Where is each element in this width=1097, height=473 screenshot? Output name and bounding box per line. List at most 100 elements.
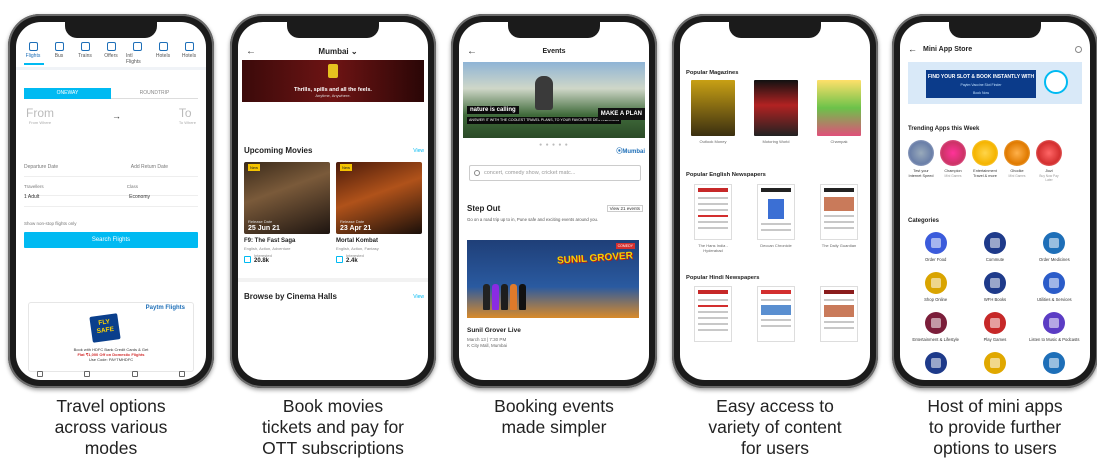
category-label: Order Medicines bbox=[1038, 257, 1070, 262]
tab-flights[interactable]: Flights bbox=[22, 42, 44, 65]
phone-screen: ← Mumbai ⌄ Thrills, spills and all the f… bbox=[238, 22, 428, 380]
search-flights-button[interactable]: Search Flights bbox=[24, 232, 198, 248]
caption-movies: Book movies tickets and pay for OTT subscr… bbox=[261, 396, 405, 458]
trip-roundtrip[interactable]: ROUNDTRIP bbox=[111, 88, 198, 99]
book-now-button[interactable]: Book Now bbox=[926, 90, 1036, 96]
category-item[interactable] bbox=[1025, 352, 1084, 377]
location-selector[interactable]: ⦿Mumbai bbox=[616, 146, 645, 155]
newspaper-item[interactable]: The Hans India - Hyderabad bbox=[688, 184, 738, 253]
home-icon[interactable] bbox=[36, 371, 43, 377]
interested-count[interactable]: Interested 20.8k bbox=[244, 254, 272, 264]
chevron-down-icon: ⌄ bbox=[350, 46, 358, 56]
trending-app[interactable]: Champion Mini Games bbox=[940, 140, 966, 182]
view-all-link[interactable]: View bbox=[413, 148, 424, 154]
city-selector[interactable]: Mumbai ⌄ bbox=[256, 47, 420, 56]
phone-notch bbox=[949, 22, 1041, 38]
movie-title[interactable]: F9: The Fast Saga bbox=[244, 238, 295, 244]
category-item[interactable]: Play Games bbox=[965, 312, 1024, 342]
category-item[interactable] bbox=[965, 352, 1024, 377]
magazine-item[interactable]: Champak bbox=[814, 80, 864, 144]
caption-mini-apps: Host of mini apps to provide further optio… bbox=[927, 396, 1063, 458]
trending-app[interactable]: Ghodke Mini Games bbox=[1004, 140, 1030, 182]
new-badge: New bbox=[340, 164, 353, 171]
movies-hero-banner[interactable]: Thrills, spills and all the feels. Anyti… bbox=[242, 60, 424, 102]
phone-notch bbox=[65, 22, 157, 38]
trending-app[interactable]: Entertainment Travel & more bbox=[972, 140, 998, 182]
category-label: Utilities & Services bbox=[1036, 297, 1072, 302]
new-badge: New bbox=[248, 164, 261, 171]
category-item[interactable]: Entertainment & Lifestyle bbox=[906, 312, 965, 342]
nonstop-checkbox[interactable]: Show non-stop flights only bbox=[24, 221, 77, 226]
make-a-plan-cta[interactable]: MAKE A PLAN bbox=[597, 108, 645, 120]
events-hero-banner[interactable]: nature is calling ANSWER IT WITH THE COO… bbox=[463, 62, 645, 138]
swap-icon[interactable]: → bbox=[112, 111, 121, 121]
interested-count[interactable]: Interested 2.4k bbox=[336, 254, 364, 264]
back-arrow-icon[interactable]: ← bbox=[246, 46, 256, 57]
magazine-item[interactable]: Motoring World bbox=[751, 80, 801, 144]
back-arrow-icon[interactable]: ← bbox=[467, 46, 477, 57]
section-title: Categories bbox=[908, 218, 940, 224]
newspaper-item[interactable] bbox=[751, 286, 801, 342]
search-icon[interactable] bbox=[1075, 45, 1082, 53]
category-label: WFH Books bbox=[983, 297, 1007, 302]
paytm-flights-logo: Paytm Flights bbox=[145, 305, 185, 311]
phone-events: ← Events nature is calling ANSWER IT WIT… bbox=[451, 14, 657, 388]
newspaper-item[interactable]: The Daily Guardian bbox=[814, 184, 864, 253]
trending-apps: Test your Internet Speed Champion Mini Ga… bbox=[908, 140, 1088, 182]
trip-oneway[interactable]: ONEWAY bbox=[24, 88, 111, 99]
hotel-icon bbox=[158, 42, 168, 51]
category-item[interactable]: Commute bbox=[965, 232, 1024, 262]
caption-travel: Travel options across various modes bbox=[54, 396, 168, 458]
vaccine-banner[interactable]: FIND YOUR SLOT & BOOK INSTANTLY WITH Payt… bbox=[908, 62, 1082, 104]
newspaper-item[interactable] bbox=[814, 286, 864, 342]
promo-banner[interactable]: Paytm Flights FLY SAFE Book with HDFC Ba… bbox=[28, 302, 194, 372]
category-icon bbox=[924, 312, 947, 334]
trending-app[interactable]: Jiozi Buy Now Pay Later bbox=[1036, 140, 1062, 182]
category-item[interactable]: Order Food bbox=[906, 232, 965, 262]
category-item[interactable] bbox=[906, 352, 965, 377]
section-title: Upcoming Movies bbox=[244, 146, 313, 155]
category-label: Shop Online bbox=[924, 297, 948, 302]
event-title[interactable]: Sunil Grover Live bbox=[467, 327, 521, 334]
event-poster[interactable]: COMEDY SUNIL GROVER bbox=[467, 240, 639, 318]
to-field[interactable]: To To Where bbox=[179, 106, 196, 125]
section-title: Popular Magazines bbox=[686, 70, 739, 76]
tab-intl-flights[interactable]: Intl Flights bbox=[126, 42, 148, 65]
back-arrow-icon[interactable]: ← bbox=[908, 44, 917, 54]
category-item[interactable]: Order Medicines bbox=[1025, 232, 1084, 262]
magazine-item[interactable]: Outlook Money bbox=[688, 80, 738, 144]
globe-icon bbox=[132, 42, 142, 51]
tab-offers[interactable]: Offers bbox=[100, 42, 122, 65]
movies-header: ← Mumbai ⌄ bbox=[238, 42, 428, 60]
view-events-button[interactable]: View 21 events bbox=[606, 205, 643, 212]
category-item[interactable]: Utilities & Services bbox=[1025, 272, 1084, 302]
tab-hotels-2[interactable]: Hotels bbox=[178, 42, 200, 65]
movie-poster[interactable]: New Release Date 23 Apr 21 bbox=[336, 162, 422, 234]
category-item[interactable]: Shop Online bbox=[906, 272, 965, 302]
magazine-cover bbox=[817, 80, 861, 136]
ticket-icon[interactable] bbox=[131, 371, 138, 377]
movie-poster[interactable]: New Release Date 25 Jun 21 bbox=[244, 162, 330, 234]
trending-app[interactable]: Test your Internet Speed bbox=[908, 140, 934, 182]
category-item[interactable]: Listen to Music & Podcasts bbox=[1025, 312, 1084, 342]
section-title: Browse by Cinema Halls bbox=[244, 292, 337, 301]
events-search-input[interactable]: concert, comedy show, cricket matc... bbox=[469, 165, 641, 181]
departure-date-field[interactable]: Departure Date bbox=[24, 164, 58, 170]
category-item[interactable]: WFH Books bbox=[965, 272, 1024, 302]
travellers-select[interactable]: 1 Adult bbox=[24, 194, 39, 200]
newspaper-item[interactable]: Deccan Chronicle bbox=[751, 184, 801, 253]
tab-hotels[interactable]: Hotels bbox=[152, 42, 174, 65]
category-label: Listen to Music & Podcasts bbox=[1029, 337, 1080, 342]
view-all-link[interactable]: View bbox=[413, 294, 424, 300]
list-icon[interactable] bbox=[84, 371, 91, 377]
tab-bus[interactable]: Bus bbox=[48, 42, 70, 65]
tab-trains[interactable]: Trains bbox=[74, 42, 96, 65]
phone-movies: ← Mumbai ⌄ Thrills, spills and all the f… bbox=[230, 14, 436, 388]
movie-title[interactable]: Mortal Kombat bbox=[336, 238, 378, 244]
newspaper-item[interactable] bbox=[688, 286, 738, 342]
movie-genre: English, Action, Fantasy bbox=[336, 246, 379, 251]
class-select[interactable]: Economy bbox=[129, 194, 150, 200]
from-field[interactable]: From From Where bbox=[26, 106, 54, 125]
return-date-field[interactable]: Add Return Date bbox=[131, 164, 168, 170]
profile-icon[interactable] bbox=[179, 371, 186, 377]
